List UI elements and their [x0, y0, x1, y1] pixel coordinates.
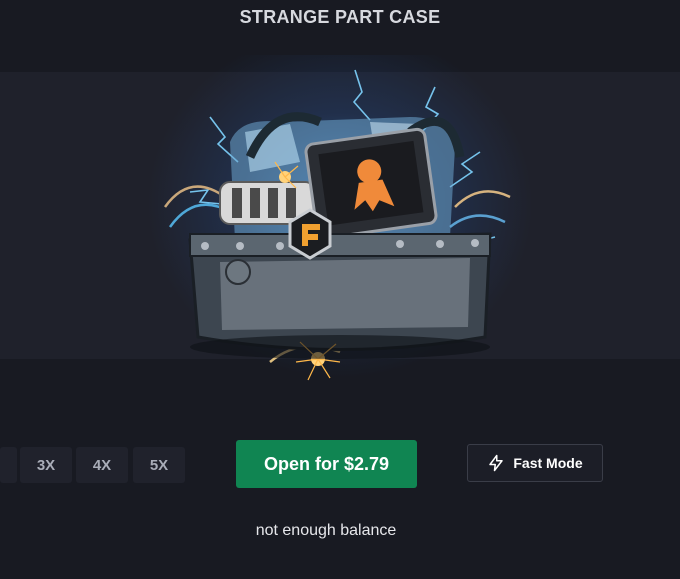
multiplier-label: 4X	[92, 456, 112, 474]
multiplier-button-5x[interactable]: 5X	[133, 447, 185, 483]
open-case-label: Open for $2.79	[263, 453, 390, 474]
fast-mode-label: Fast Mode	[513, 455, 583, 471]
open-case-button[interactable]: Open for $2.79	[236, 440, 417, 488]
lightning-icon	[489, 454, 504, 472]
balance-status-message: not enough balance	[255, 522, 397, 539]
fast-mode-button[interactable]: Fast Mode	[467, 444, 603, 482]
strange-part-case-image	[163, 69, 511, 381]
multiplier-button-3x[interactable]: 3X	[20, 447, 72, 483]
multiplier-button-4x[interactable]: 4X	[76, 447, 128, 483]
multiplier-label: 3X	[36, 456, 56, 474]
multiplier-label: 5X	[149, 456, 169, 474]
multiplier-button-1x[interactable]	[0, 447, 17, 483]
case-title: STRANGE PART CASE	[239, 7, 441, 27]
